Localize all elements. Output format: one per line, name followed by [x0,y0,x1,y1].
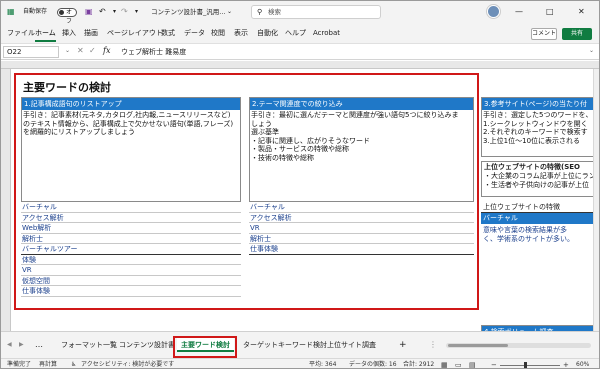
formula-input[interactable]: ウェブ解析士 難易度 [121,47,186,57]
search-placeholder: 検索 [268,8,281,16]
qat-customize-icon[interactable]: ▾ [135,1,138,23]
accessibility-icon: ♿ [71,361,77,368]
status-sum: 合計: 2912 [403,361,435,368]
undo-dropdown-icon[interactable]: ▾ [113,1,116,23]
tab-highlight-frame [173,336,237,358]
highlight-frame [14,73,479,310]
title-bar: ▦ 自動保存 オフ ▣ ↶ ▾ ↷ ▾ コンテンツ設計書_汎用... ⌄ ⚲ 検… [1,1,599,25]
expand-formula-icon[interactable]: ⌄ [589,47,594,54]
name-box[interactable]: O22 [3,46,59,58]
comments-button[interactable]: コメント [531,28,557,40]
menu-help[interactable]: ヘルプ [285,23,306,44]
confirm-icon[interactable]: ✓ [89,46,96,55]
zoom-out-icon[interactable]: − [491,359,497,368]
menu-draw[interactable]: 描画 [84,23,98,44]
menu-formulas[interactable]: 数式 [161,23,175,44]
maximize-button[interactable]: □ [546,1,554,23]
excel-logo-icon: ▦ [7,7,15,16]
box3-subdesc: ・大企業のコラム記事が上位にラン ・生活者や子供向けの記事が上位 [484,172,593,189]
toggle-knob [59,10,64,15]
menu-page-layout[interactable]: ページレイアウト [107,23,163,44]
status-accessibility[interactable]: アクセシビリティ: 検討が必要です [81,359,174,368]
zoom-slider-handle[interactable] [524,362,527,368]
normal-view-icon[interactable]: ▦ [441,359,448,368]
formula-bar: O22 ⌄ ✕ ✓ fx ウェブ解析士 難易度 ⌄ [1,45,599,60]
status-ready: 準備完了 [7,361,32,368]
function-icon[interactable]: fx [103,46,110,55]
undo-icon[interactable]: ↶ [99,1,106,23]
name-box-dropdown-icon[interactable]: ⌄ [65,47,70,54]
row-headers [1,69,11,331]
zoom-level[interactable]: 60% [576,359,589,368]
page-layout-view-icon[interactable]: ▭ [455,359,462,368]
tab-target-keyword[interactable]: ターゲットキーワード検討 [243,338,327,352]
more-sheets-icon[interactable]: … [35,338,43,352]
document-title[interactable]: コンテンツ設計書_汎用... [151,1,225,23]
avatar[interactable] [487,5,500,18]
box3-table-label: 上位ウェブサイトの特徴 [481,202,593,213]
box3-table-row-label[interactable]: バーチャル [481,213,593,224]
minimize-button[interactable]: — [515,1,523,23]
tabs-menu-icon[interactable]: ⋮ [429,338,437,352]
cell-reference: O22 [7,48,22,56]
save-icon[interactable]: ▣ [85,1,93,23]
close-button[interactable]: ✕ [578,1,585,23]
title-dropdown-icon[interactable]: ⌄ [227,1,232,23]
zoom-in-icon[interactable]: + [563,359,569,368]
column-headers [1,61,599,69]
status-average: 平均: 364 [309,361,337,368]
menu-data[interactable]: データ [184,23,205,44]
tab-top-site-survey[interactable]: 上位サイト調査 [327,338,376,352]
search-box[interactable]: ⚲ 検索 [251,5,381,19]
tab-content-design[interactable]: コンテンツ設計書 [119,338,175,352]
status-count: データの個数: 16 [349,361,397,368]
tab-format-list[interactable]: フォーマット一覧 [61,338,117,352]
box3-header: 3.参考サイト(ページ)の当たり付 [482,98,593,110]
horizontal-scrollbar[interactable] [446,343,591,348]
status-recalc[interactable]: 再計算 [39,359,57,368]
autosave-toggle[interactable]: オフ [57,8,77,25]
menu-view[interactable]: 表示 [234,23,248,44]
menu-review[interactable]: 校閲 [211,23,225,44]
box3-description: 手引き：選定した5つのワードを、ク 1.シークレットウィンドウを開く 2.それぞ… [483,111,593,145]
tab-nav-next-icon[interactable]: ▶ [19,338,24,352]
add-sheet-button[interactable]: + [399,338,407,352]
autosave-label: 自動保存 [23,8,48,15]
scrollbar-thumb[interactable] [448,344,508,347]
zoom-slider[interactable] [500,362,560,368]
menu-acrobat[interactable]: Acrobat [313,23,340,44]
status-bar: 準備完了 再計算 ♿ アクセシビリティ: 検討が必要です 平均: 364 データ… [1,358,599,368]
vertical-scrollbar[interactable] [593,69,599,331]
redo-icon[interactable]: ↷ [121,1,128,23]
comments-label: コメント [532,30,557,37]
excel-window: ▦ 自動保存 オフ ▣ ↶ ▾ ↷ ▾ コンテンツ設計書_汎用... ⌄ ⚲ 検… [0,0,600,369]
search-icon: ⚲ [257,8,263,16]
page-break-view-icon[interactable]: ▤ [469,359,476,368]
menu-file[interactable]: ファイル [7,23,35,44]
sheet-tabs-bar: ◀ ▶ … フォーマット一覧 コンテンツ設計書 主要ワード検討 ターゲットキーワ… [1,331,599,358]
menu-insert[interactable]: 挿入 [62,23,76,44]
box3-subheader: 上位ウェブサイトの特徴(SEO [484,163,580,171]
ribbon-tabs: ファイル ホーム 挿入 描画 ページレイアウト 数式 データ 校閲 表示 自動化… [1,23,599,44]
share-label: 共有 [570,30,583,37]
cancel-icon[interactable]: ✕ [77,46,84,55]
tab-nav-prev-icon[interactable]: ◀ [7,338,12,352]
share-button[interactable]: 共有 [562,28,592,40]
box3-seo-panel: 上位ウェブサイトの特徴(SEO ・大企業のコラム記事が上位にラン ・生活者や子供… [481,161,593,197]
menu-home[interactable]: ホーム [35,23,56,44]
box3-table-row-text[interactable]: 意味や言葉の検索結果が多 く、学術系のサイトが多い。 [483,226,593,243]
menu-automate[interactable]: 自動化 [257,23,278,44]
